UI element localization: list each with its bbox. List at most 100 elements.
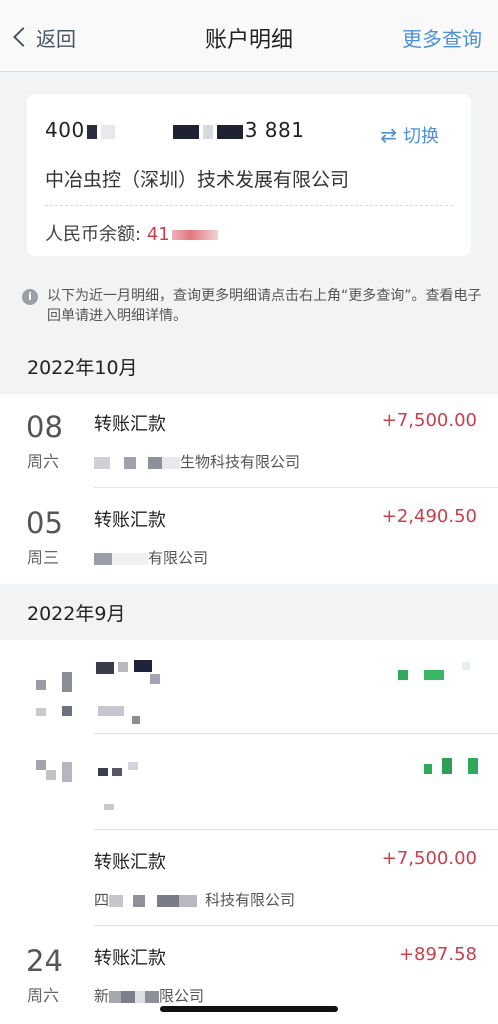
month-header: 2022年9月 <box>0 586 498 636</box>
txn-counterparty: 生物科技有限公司 <box>94 451 300 472</box>
blurred-block <box>36 680 46 690</box>
blurred-block <box>46 770 56 780</box>
masked-digits <box>100 124 115 139</box>
counterparty-prefix: 新 <box>94 987 110 1005</box>
masked-text <box>133 894 146 907</box>
counterparty-visible: 限公司 <box>159 987 205 1005</box>
transaction-list: 转账汇款 +7,500.00 四 科技有限公司 24 周六 转账汇款 +897.5… <box>0 640 498 1024</box>
blurred-block <box>424 670 444 680</box>
blurred-block <box>398 670 408 680</box>
back-button[interactable]: 返回 <box>12 22 76 52</box>
blurred-block <box>150 674 160 684</box>
txn-type: 转账汇款 <box>94 852 166 873</box>
txn-type: 转账汇款 <box>94 414 166 435</box>
txn-weekday: 周六 <box>27 452 60 471</box>
divider <box>45 205 453 206</box>
transaction-list: 08 周六 转账汇款 +7,500.00 生物科技有限公司 05 周三 转账汇款… <box>0 394 498 584</box>
blurred-block <box>462 662 470 670</box>
masked-text <box>162 456 180 469</box>
blurred-block <box>112 768 122 776</box>
masked-digits <box>86 124 97 139</box>
home-indicator <box>160 1006 338 1012</box>
txn-counterparty: 有限公司 <box>94 547 208 568</box>
blurred-block <box>128 762 138 770</box>
txn-amount: +2,490.50 <box>381 506 477 527</box>
blurred-block <box>62 762 72 782</box>
txn-amount: +7,500.00 <box>381 848 477 869</box>
balance-row: 人民币余额: 41 <box>45 220 218 246</box>
masked-text <box>110 456 124 469</box>
account-number: 400 3 881 <box>45 118 304 142</box>
switch-label: 切换 <box>403 126 439 147</box>
company-name: 中冶虫控（深圳）技术发展有限公司 <box>45 169 350 191</box>
masked-text <box>197 894 206 907</box>
txn-day: 05 <box>26 506 63 540</box>
counterparty-visible: 生物科技有限公司 <box>180 453 301 471</box>
account-number-suffix: 3 881 <box>244 118 305 142</box>
masked-text <box>145 990 160 1003</box>
masked-text <box>94 552 112 565</box>
swap-icon: ⇄ <box>380 123 397 147</box>
row-divider <box>94 733 498 734</box>
txn-type: 转账汇款 <box>94 948 166 969</box>
txn-weekday: 周三 <box>27 548 60 567</box>
notice-text: 以下为近一月明细，查询更多明细请点击右上角“更多查询”。查看电子回单请进入明细详… <box>47 288 482 324</box>
txn-day: 24 <box>26 944 63 978</box>
info-icon: i <box>22 289 38 305</box>
txn-amount: +897.58 <box>398 944 477 965</box>
blurred-block <box>96 662 114 674</box>
counterparty-visible: 有限公司 <box>148 549 209 567</box>
counterparty-prefix: 四 <box>94 891 110 909</box>
masked-text <box>145 894 158 907</box>
balance-label: 人民币余额: <box>45 224 142 245</box>
masked-text <box>123 894 134 907</box>
blurred-block <box>98 768 108 776</box>
blurred-block <box>424 764 432 774</box>
month-label: 2022年9月 <box>27 603 126 625</box>
transaction-row[interactable]: 转账汇款 +7,500.00 四 科技有限公司 <box>0 832 498 926</box>
blurred-block <box>98 706 124 716</box>
txn-day: 08 <box>26 410 63 444</box>
transaction-row[interactable]: 05 周三 转账汇款 +2,490.50 有限公司 <box>0 490 498 584</box>
account-number-prefix: 400 <box>45 118 85 142</box>
masked-text <box>121 990 136 1003</box>
blurred-block <box>104 804 114 810</box>
transaction-row[interactable] <box>0 640 498 734</box>
transaction-row[interactable] <box>0 736 498 830</box>
masked-text <box>179 894 198 907</box>
blurred-block <box>62 672 72 692</box>
masked-digits <box>202 124 213 139</box>
counterparty-visible: 科技有限公司 <box>205 891 296 909</box>
txn-counterparty: 新 限公司 <box>94 985 204 1006</box>
txn-amount: +7,500.00 <box>381 410 477 431</box>
masked-text <box>148 456 162 469</box>
masked-digits <box>216 124 243 139</box>
month-header: 2022年10月 <box>0 340 498 390</box>
masked-digits <box>118 124 169 139</box>
masked-digits <box>172 124 199 139</box>
masked-text <box>135 990 146 1003</box>
masked-text <box>94 456 110 469</box>
blurred-block <box>62 706 72 716</box>
masked-text <box>124 456 136 469</box>
month-label: 2022年10月 <box>27 357 138 379</box>
blurred-block <box>36 760 46 770</box>
back-label: 返回 <box>36 26 76 51</box>
txn-weekday: 周六 <box>27 986 60 1005</box>
masked-text <box>157 894 180 907</box>
masked-text <box>136 456 148 469</box>
switch-account-button[interactable]: ⇄ 切换 <box>380 122 439 148</box>
balance-amount: 41 <box>146 224 170 245</box>
masked-balance <box>171 230 218 240</box>
masked-text <box>109 990 122 1003</box>
blurred-block <box>132 716 140 724</box>
row-divider <box>94 487 498 488</box>
blurred-block <box>134 660 152 672</box>
nav-bar: 返回 账户明细 更多查询 <box>0 0 498 72</box>
more-query-button[interactable]: 更多查询 <box>402 23 482 52</box>
masked-text <box>109 894 124 907</box>
transaction-row[interactable]: 08 周六 转账汇款 +7,500.00 生物科技有限公司 <box>0 394 498 488</box>
chevron-left-icon <box>13 27 33 47</box>
blurred-block <box>442 758 452 774</box>
txn-counterparty: 四 科技有限公司 <box>94 889 295 910</box>
